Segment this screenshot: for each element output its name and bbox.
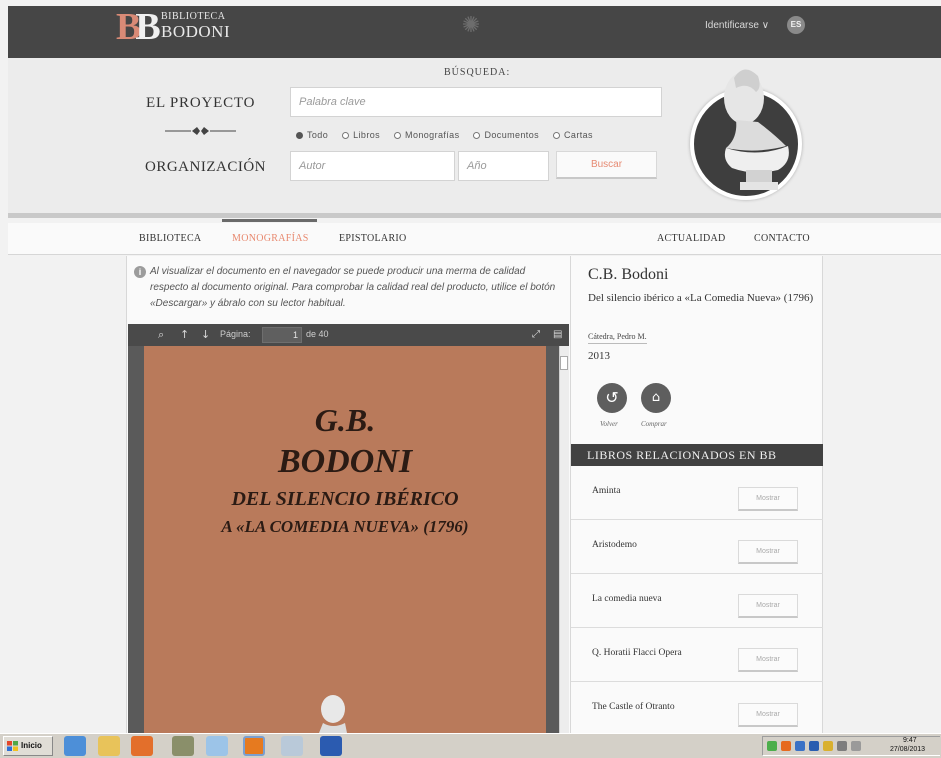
show-button[interactable]: Mostrar: [738, 648, 798, 672]
word-icon[interactable]: [320, 736, 342, 756]
filter-cartas-radio[interactable]: Cartas: [553, 128, 593, 142]
home-icon[interactable]: [281, 736, 303, 756]
page-total: de 40: [306, 329, 329, 339]
bluetooth-icon[interactable]: [795, 741, 805, 751]
ie-icon[interactable]: [64, 736, 86, 756]
search-icon[interactable]: ⌕: [158, 328, 164, 342]
divider-ornament-icon: [165, 127, 236, 135]
page-label: Página:: [220, 329, 251, 339]
book-title: Del silencio ibérico a «La Comedia Nueva…: [588, 292, 814, 304]
security-icon[interactable]: [809, 741, 819, 751]
clock-date[interactable]: 27/08/2013: [890, 746, 925, 753]
basket-icon: ⌂: [651, 390, 661, 405]
previous-page-icon[interactable]: ↑: [180, 328, 189, 342]
project-link[interactable]: EL PROYECTO: [146, 95, 255, 112]
search-button[interactable]: Buscar: [556, 151, 657, 179]
volume-icon[interactable]: [851, 741, 861, 751]
filter-monografias-radio[interactable]: Monografías: [394, 128, 459, 142]
related-item-title[interactable]: Aminta: [592, 486, 621, 496]
vertical-scrollbar[interactable]: [559, 346, 569, 733]
scrollbar-thumb[interactable]: [560, 356, 568, 370]
related-item-title[interactable]: Aristodemo: [592, 540, 637, 550]
bust-image: [724, 69, 789, 190]
nav-contacto[interactable]: CONTACTO: [754, 233, 810, 244]
keyword-input[interactable]: Palabra clave: [290, 87, 662, 117]
windows-flag-icon: [7, 741, 18, 751]
paint-icon[interactable]: [172, 736, 194, 756]
undo-icon: ↺: [605, 388, 619, 407]
related-heading: LIBROS RELACIONADOS EN BB: [571, 444, 823, 466]
related-item-title[interactable]: The Castle of Otranto: [592, 702, 675, 712]
info-icon: i: [134, 266, 146, 278]
network-icon[interactable]: [767, 741, 777, 751]
ornament-icon: ✺: [461, 12, 481, 37]
page-number-input[interactable]: 1: [262, 327, 302, 343]
app-tray-icon[interactable]: [781, 741, 791, 751]
folder-icon[interactable]: [98, 736, 120, 756]
doc-line-4: A «LA COMEDIA NUEVA» (1796): [221, 517, 469, 536]
doc-line-1: G.B.: [314, 402, 376, 438]
quality-notice: Al visualizar el documento en el navegad…: [150, 266, 556, 309]
pdf-toolbar: [128, 324, 569, 346]
related-item-title[interactable]: La comedia nueva: [592, 594, 662, 604]
firefox-icon[interactable]: [243, 736, 265, 756]
filter-documentos-radio[interactable]: Documentos: [473, 128, 539, 142]
next-page-icon[interactable]: ↓: [201, 328, 210, 342]
nav-epistolario[interactable]: EPISTOLARIO: [339, 233, 407, 244]
media-icon[interactable]: [131, 736, 153, 756]
clock-time[interactable]: 9:47: [903, 737, 917, 744]
book-author: C.B. Bodoni: [588, 266, 669, 283]
nav-biblioteca[interactable]: BIBLIOTECA: [139, 233, 201, 244]
nav-monografias[interactable]: MONOGRAFÍAS: [232, 233, 309, 244]
book-editor-link[interactable]: Cátedra, Pedro M.: [588, 332, 647, 344]
nav-active-indicator: [222, 219, 317, 222]
author-input[interactable]: Autor: [290, 151, 455, 181]
book-year: 2013: [588, 350, 610, 362]
organization-link[interactable]: ORGANIZACIÓN: [145, 159, 266, 176]
back-button[interactable]: ↺: [597, 383, 627, 413]
show-button[interactable]: Mostrar: [738, 487, 798, 511]
buy-button[interactable]: ⌂: [641, 383, 671, 413]
nav-actualidad[interactable]: ACTUALIDAD: [657, 233, 726, 244]
notepad-icon[interactable]: [206, 736, 228, 756]
show-button[interactable]: Mostrar: [738, 594, 798, 618]
logo-text-top: BIBLIOTECA: [161, 11, 226, 22]
related-item-title[interactable]: Q. Horatii Flacci Opera: [592, 648, 682, 658]
show-button[interactable]: Mostrar: [738, 703, 798, 727]
filter-radios: Todo Libros Monografías Documentos Carta…: [296, 128, 607, 142]
year-input[interactable]: Año: [458, 151, 549, 181]
logo-text-bottom: BODONI: [161, 22, 231, 41]
back-caption: Volver: [600, 420, 618, 428]
doc-bust-image: [319, 695, 347, 733]
document-icon[interactable]: ▤: [553, 328, 562, 342]
doc-line-3: DEL SILENCIO IBÉRICO: [231, 488, 459, 510]
filter-todo-radio[interactable]: Todo: [296, 128, 328, 142]
logo-mark[interactable]: BB: [116, 7, 161, 47]
show-button[interactable]: Mostrar: [738, 540, 798, 564]
fullscreen-icon[interactable]: ⤢: [532, 328, 540, 342]
search-label: BÚSQUEDA:: [444, 67, 511, 78]
language-badge[interactable]: ES: [787, 16, 805, 34]
doc-line-2: BODONI: [277, 443, 413, 480]
buy-caption: Comprar: [641, 420, 667, 428]
login-menu[interactable]: Identificarse ∨: [705, 20, 769, 31]
filter-libros-radio[interactable]: Libros: [342, 128, 380, 142]
display-icon[interactable]: [837, 741, 847, 751]
update-icon[interactable]: [823, 741, 833, 751]
